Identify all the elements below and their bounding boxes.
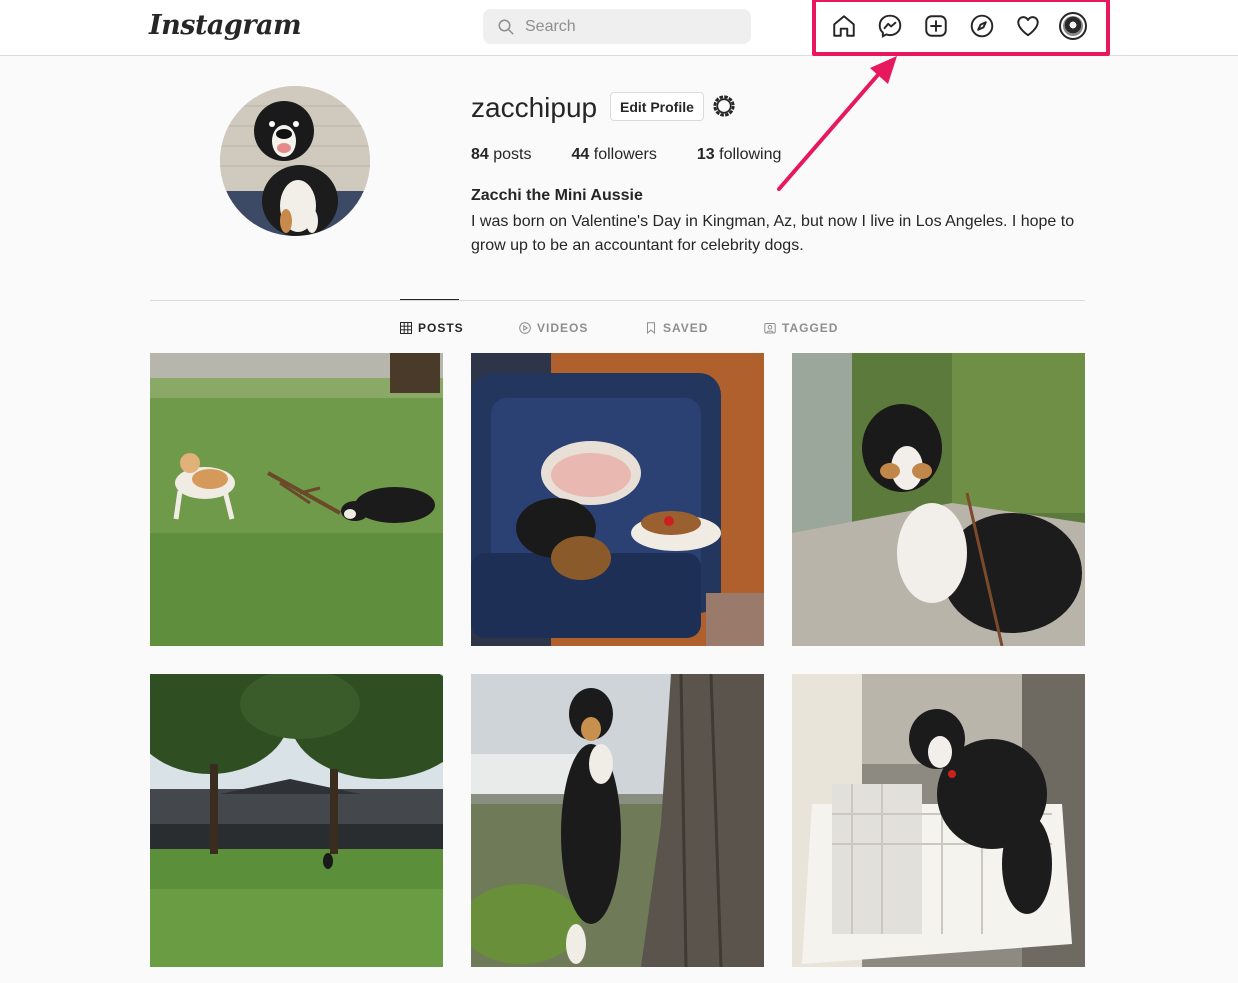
profile-bio: I was born on Valentine's Day in Kingman… [471,213,1075,254]
edit-profile-button[interactable]: Edit Profile [610,92,704,121]
avatar [1059,12,1087,40]
following-count-stat[interactable]: 13 following [697,146,782,164]
tabs-divider [150,300,1085,301]
profile-picture[interactable] [220,86,370,236]
instagram-logo[interactable]: Instagram [149,10,302,41]
post-thumbnail[interactable] [792,674,1085,967]
play-icon [519,322,531,334]
bookmark-icon [647,322,655,334]
post-thumbnail[interactable] [471,674,764,967]
post-thumbnail[interactable] [471,353,764,646]
activity-heart-icon[interactable] [1014,12,1042,40]
home-icon[interactable] [830,12,858,40]
explore-icon[interactable] [968,12,996,40]
profile-username: zacchipup [471,92,598,123]
tag-icon [764,323,776,334]
profile-full-name: Zacchi the Mini Aussie [471,187,643,204]
search-box[interactable] [483,9,751,44]
top-navigation-bar: Instagram [0,0,1238,56]
tab-saved[interactable]: SAVED [645,318,708,338]
post-thumbnail[interactable] [792,353,1085,646]
active-tab-indicator [400,299,459,300]
tab-tagged[interactable]: TAGGED [764,318,838,338]
followers-count-stat[interactable]: 44 followers [572,146,657,164]
new-post-icon[interactable] [922,12,950,40]
tab-videos[interactable]: VIDEOS [519,318,588,338]
nav-icons-group [812,0,1110,56]
settings-gear-icon[interactable] [711,93,737,119]
tab-posts[interactable]: POSTS [400,318,464,338]
profile-stats: 84 posts 44 followers 13 following [471,146,821,164]
profile-avatar-icon[interactable] [1059,12,1087,40]
posts-count-stat[interactable]: 84 posts [471,146,532,164]
search-input[interactable] [525,17,725,36]
grid-icon [400,322,412,334]
search-icon [498,19,514,34]
post-thumbnail[interactable] [150,353,443,646]
messenger-icon[interactable] [876,12,904,40]
post-thumbnail[interactable] [150,674,443,967]
